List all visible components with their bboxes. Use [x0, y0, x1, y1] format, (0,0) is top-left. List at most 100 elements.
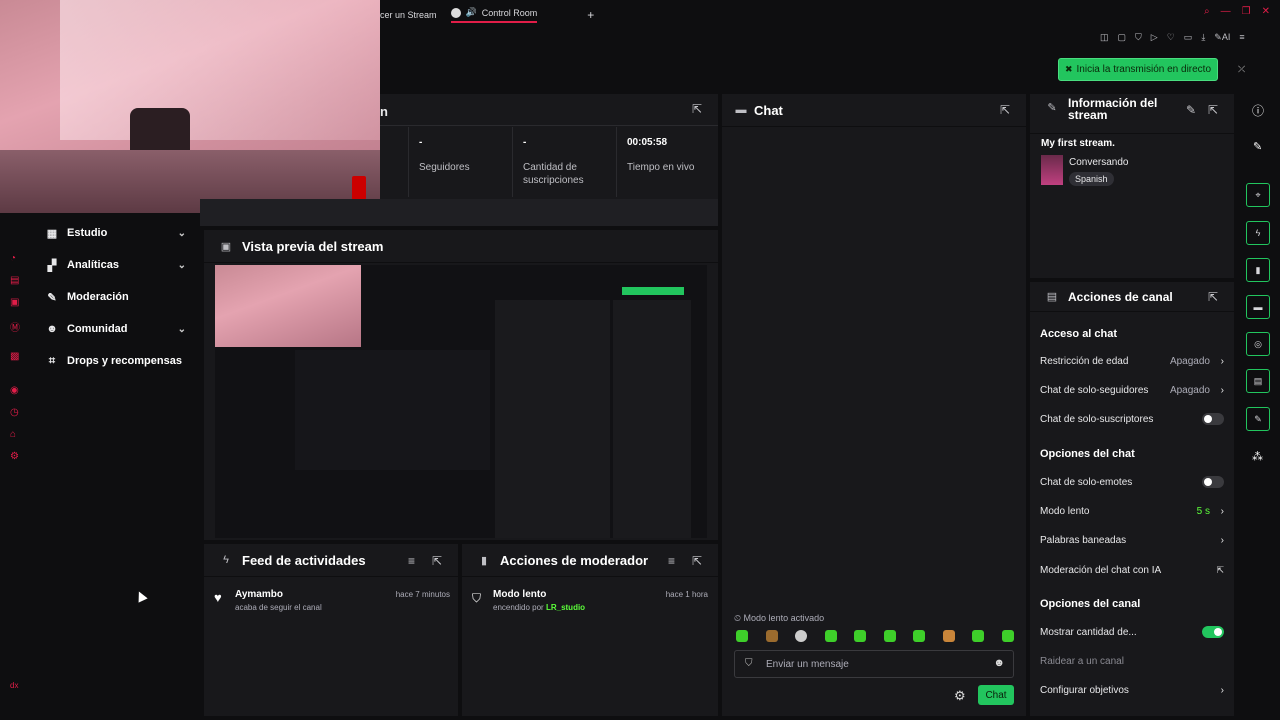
crop-icon[interactable]: ▢ — [1118, 32, 1127, 43]
rail-wrench-icon[interactable]: ✎ — [1246, 407, 1270, 431]
clock-icon[interactable]: ◷ — [10, 407, 22, 419]
popout-icon[interactable]: ⇱ — [692, 102, 702, 116]
language-tag[interactable]: Spanish — [1069, 172, 1114, 186]
emotes-only-toggle[interactable] — [1202, 476, 1224, 488]
edit-icon[interactable]: ✎ — [1186, 103, 1196, 117]
panel-title: Información del stream — [1068, 96, 1158, 122]
shield-icon: ⛉ — [472, 591, 482, 605]
stat-label: Cantidad de suscripciones — [523, 162, 584, 186]
menu-icon[interactable]: ≡ — [1239, 32, 1244, 43]
mail-icon[interactable]: Ⓜ — [10, 319, 22, 334]
popout-icon[interactable]: ⇱ — [692, 554, 702, 568]
banned-words-row[interactable]: Palabras baneadas › — [1040, 530, 1224, 550]
age-restriction-row[interactable]: Restricción de edad Apagado › — [1040, 351, 1224, 371]
bookmark-icon[interactable]: ◫ — [1100, 32, 1109, 43]
tab-strip: cer un Stream 🔊 Control Room + — [380, 7, 594, 23]
mod-action-user[interactable]: LR_studio — [546, 603, 585, 612]
broadcast-icon: ✖ — [1064, 64, 1073, 74]
show-viewer-count-toggle[interactable] — [1202, 626, 1224, 638]
tab-control-room[interactable]: 🔊 Control Room — [450, 7, 538, 23]
sidebar-bottom-label: dx — [10, 681, 19, 690]
record-icon[interactable]: ◉ — [10, 385, 22, 397]
lightning-icon: ϟ — [223, 554, 229, 566]
mod-action-by-prefix: encendido por — [493, 603, 544, 612]
rail-server-icon[interactable]: ▤ — [1246, 369, 1270, 393]
emote-icon[interactable] — [883, 630, 896, 642]
gear-icon[interactable]: ⚙ — [954, 688, 966, 704]
emote-icon[interactable] — [913, 630, 926, 642]
emote-icon[interactable] — [795, 630, 808, 642]
rail-scan-icon[interactable]: ⌖ — [1246, 183, 1270, 207]
home-icon[interactable]: ⌂ — [10, 429, 22, 441]
panel-title: Vista previa del stream — [242, 238, 384, 254]
emote-icon[interactable] — [1001, 630, 1014, 642]
shield-icon[interactable]: ⛉ — [1135, 32, 1142, 43]
bag-icon[interactable]: ▤ — [10, 275, 22, 287]
row-label: Mostrar cantidad de... — [1040, 626, 1137, 638]
popout-icon[interactable]: ⇱ — [432, 554, 442, 568]
rail-chat-icon[interactable]: ▬ — [1246, 295, 1270, 319]
emote-icon[interactable] — [854, 630, 867, 642]
stat-label: Tiempo en vivo — [627, 162, 695, 173]
goals-row[interactable]: Configurar objetivos › — [1040, 680, 1224, 700]
subs-only-row: Chat de solo-suscriptores — [1040, 409, 1224, 429]
go-live-button[interactable]: ✖ Inicia la transmisión en directo — [1058, 58, 1218, 81]
popout-icon[interactable]: ⇱ — [1000, 103, 1010, 117]
search-icon[interactable]: ⌕ — [1204, 6, 1210, 17]
chat-panel: ▬ Chat ⇱ ⏲ Modo lento activado ⛉ Enviar … — [722, 94, 1026, 716]
followers-only-row[interactable]: Chat de solo-seguidores Apagado › — [1040, 380, 1224, 400]
preview-chat-column — [495, 300, 610, 538]
sidebar-item-analytics[interactable]: ▞ Analíticas ⌄ — [44, 255, 194, 275]
panel-header: ϟ Feed de actividades — [204, 544, 458, 577]
screenshot-icon[interactable]: ▭ — [1184, 32, 1193, 43]
subs-only-toggle[interactable] — [1202, 413, 1224, 425]
info-icon[interactable]: ⓘ — [1252, 102, 1264, 119]
emote-icon[interactable] — [972, 630, 985, 642]
rail-document-icon[interactable]: ▮ — [1246, 258, 1270, 282]
row-value: Apagado — [1169, 355, 1210, 367]
raid-row[interactable]: Raidear a un canal — [1040, 651, 1224, 671]
icon-rail: ◔ ▤ ▣ Ⓜ ▩ ◉ ◷ ⌂ ⚙ dx — [0, 213, 28, 720]
download-icon[interactable]: ⤓ — [1201, 32, 1205, 43]
pencil-icon[interactable]: ✎ — [1253, 140, 1262, 153]
emote-icon[interactable] — [736, 630, 748, 642]
rail-group-icon[interactable]: ⁂ — [1252, 450, 1263, 463]
filter-icon[interactable]: ≡ — [668, 554, 675, 568]
tab-control-room-label: Control Room — [481, 7, 538, 18]
new-tab-button[interactable]: + — [587, 8, 594, 22]
slow-mode-row[interactable]: Modo lento 5 s › — [1040, 501, 1224, 521]
send-icon[interactable]: ▷ — [1151, 32, 1158, 43]
emote-icon[interactable] — [765, 630, 778, 642]
sidebar-item-community[interactable]: ☻ Comunidad ⌄ — [44, 319, 194, 339]
rail-lightning-icon[interactable]: ϟ — [1246, 221, 1270, 245]
chevron-right-icon: › — [1220, 505, 1224, 517]
sidebar-item-moderation[interactable]: ✎ Moderación — [44, 287, 194, 307]
twitch-icon[interactable]: ▩ — [10, 351, 22, 363]
rail-broadcast-icon[interactable]: ◎ — [1246, 332, 1270, 356]
chat-bubble-icon[interactable]: ▣ — [10, 297, 22, 309]
restore-icon[interactable]: ❐ — [1242, 6, 1251, 17]
dashboard-icon[interactable]: ◔ — [10, 253, 22, 265]
chevron-right-icon: › — [1220, 684, 1224, 696]
emote-icon[interactable] — [824, 630, 837, 642]
sidebar-item-drops[interactable]: ⌗ Drops y recompensas — [44, 351, 194, 371]
chat-send-button[interactable]: Chat — [978, 685, 1014, 705]
minimize-icon[interactable]: — — [1221, 6, 1231, 17]
sidebar-item-studio[interactable]: ▦ Estudio ⌄ — [44, 223, 194, 243]
ai-moderation-row[interactable]: Moderación del chat con IA ⇱ — [1040, 560, 1224, 580]
mod-action-by: encendido por LR_studio — [493, 603, 585, 612]
tab-create-stream[interactable]: cer un Stream — [380, 10, 437, 20]
filter-icon[interactable]: ≡ — [408, 554, 415, 568]
row-label: Palabras baneadas — [1040, 534, 1127, 546]
chat-input[interactable]: ⛉ Enviar un mensaje ☻ — [734, 650, 1014, 678]
popout-icon[interactable]: ⇱ — [1208, 290, 1218, 304]
ai-icon[interactable]: ✎AI — [1214, 32, 1230, 43]
settings-icon[interactable]: ⚙ — [10, 451, 22, 463]
category-name[interactable]: Conversando — [1069, 157, 1128, 168]
emote-icon[interactable] — [942, 630, 955, 642]
popout-icon[interactable]: ⇱ — [1208, 103, 1218, 117]
heart-icon[interactable]: ♡ — [1167, 32, 1175, 43]
emoji-icon[interactable]: ☻ — [993, 657, 1005, 669]
close-icon[interactable]: ✕ — [1262, 6, 1270, 17]
profile-icon[interactable]: ⤫ — [1238, 64, 1245, 75]
